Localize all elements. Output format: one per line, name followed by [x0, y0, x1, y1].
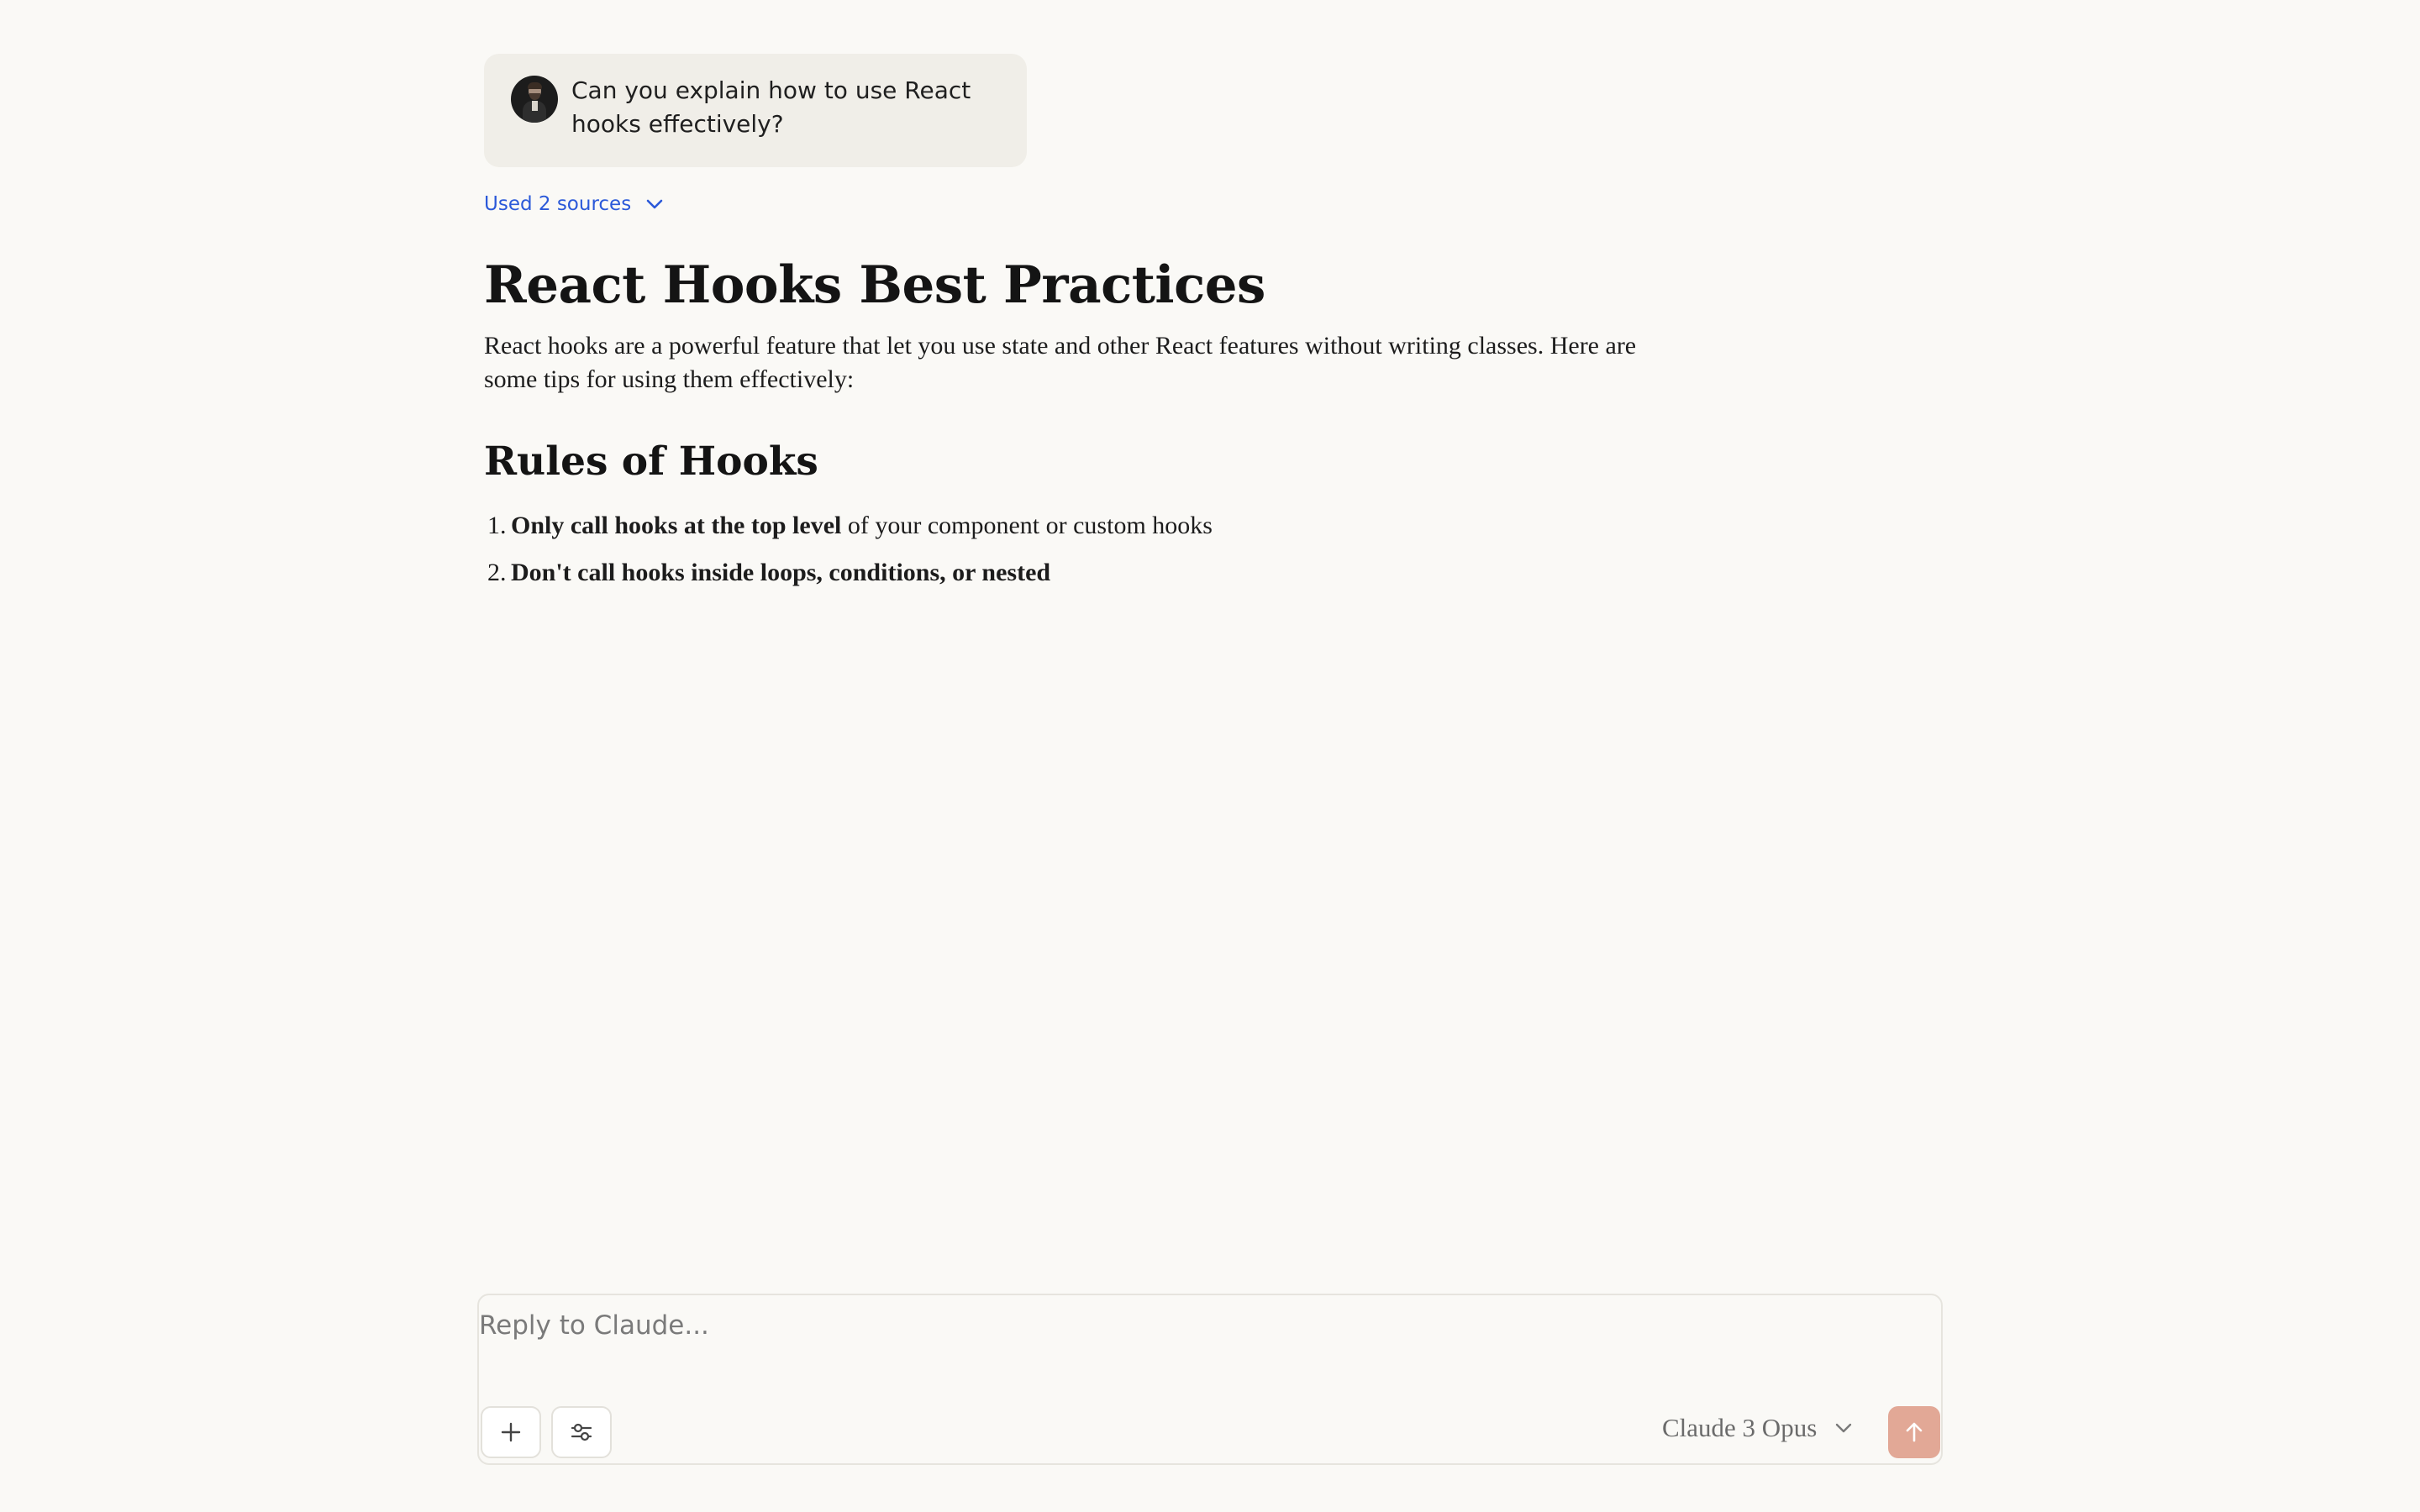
add-attachment-button[interactable] — [481, 1406, 541, 1458]
list-item-number: 2. — [487, 559, 507, 586]
list-item-bold: Only call hooks at the top level — [511, 512, 842, 539]
response-intro: React hooks are a powerful feature that … — [484, 332, 1637, 393]
list-item: 2. Don't call hooks inside loops, condit… — [484, 556, 1213, 590]
list-item-number: 1. — [487, 512, 507, 539]
list-item-text: Don't call hooks inside loops, condition… — [511, 556, 1050, 590]
sliders-icon — [571, 1423, 592, 1441]
model-selector[interactable]: Claude 3 Opus — [1662, 1413, 1852, 1443]
arrow-up-icon — [1906, 1422, 1923, 1442]
sources-label: Used 2 sources — [484, 193, 632, 215]
rules-list: 1. Only call hooks at the top level of y… — [484, 509, 1213, 603]
response-title: React Hooks Best Practices — [484, 255, 1265, 315]
list-item-rest: of your component or custom hooks — [841, 512, 1213, 539]
list-item-text: Only call hooks at the top level of your… — [511, 509, 1213, 543]
list-item-bold: Don't call hooks inside loops, condition… — [511, 559, 1051, 586]
chevron-down-icon — [1836, 1423, 1852, 1433]
reply-composer: Claude 3 Opus — [477, 1294, 1943, 1465]
list-item: 1. Only call hooks at the top level of y… — [484, 509, 1213, 543]
sources-toggle[interactable]: Used 2 sources — [484, 193, 663, 215]
plus-icon — [501, 1422, 521, 1442]
send-button[interactable] — [1888, 1406, 1940, 1458]
user-message-bubble: Can you explain how to use React hooks e… — [484, 54, 1027, 167]
model-label: Claude 3 Opus — [1662, 1413, 1818, 1442]
user-message-text: Can you explain how to use React hooks e… — [571, 76, 971, 138]
settings-button[interactable] — [551, 1406, 612, 1458]
reply-input[interactable] — [479, 1295, 1907, 1351]
section-heading: Rules of Hooks — [484, 438, 818, 485]
chevron-down-icon — [646, 199, 663, 209]
user-avatar — [511, 76, 558, 123]
